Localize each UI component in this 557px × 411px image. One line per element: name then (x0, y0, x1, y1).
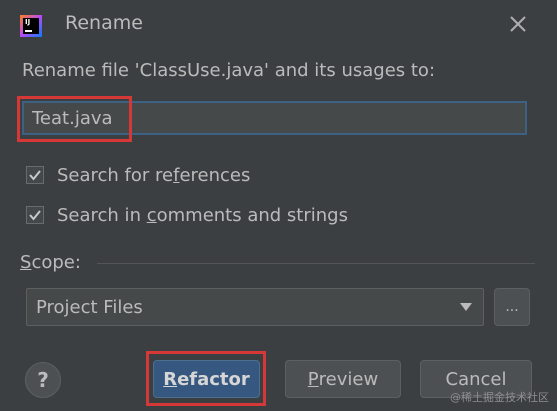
help-button[interactable]: ? (25, 362, 61, 398)
scope-select[interactable]: Project Files (26, 288, 484, 326)
watermark: @稀土掘金技术社区 (450, 391, 549, 404)
scope-selected-value: Project Files (36, 296, 143, 318)
search-comments-checkbox[interactable] (26, 206, 44, 224)
new-name-input[interactable] (22, 101, 527, 135)
dropdown-arrow-icon (460, 303, 472, 311)
search-references-checkbox[interactable] (26, 166, 44, 184)
rename-dialog: IJ Rename Rename file 'ClassUse.java' an… (0, 0, 557, 411)
preview-button[interactable]: Preview (285, 360, 401, 398)
browse-scope-button[interactable]: ... (494, 288, 530, 326)
checkmark-icon (29, 210, 41, 221)
rename-prompt: Rename file 'ClassUse.java' and its usag… (22, 60, 436, 81)
search-comments-checkbox-row[interactable]: Search in comments and strings (26, 203, 348, 227)
app-icon-text: IJ (23, 18, 39, 34)
search-comments-label: Search in comments and strings (57, 204, 348, 226)
search-references-label: Search for references (57, 164, 251, 186)
scope-separator (97, 263, 535, 264)
close-icon (510, 16, 526, 32)
scope-label: Scope: (20, 252, 81, 273)
search-references-checkbox-row[interactable]: Search for references (26, 163, 250, 187)
refactor-button[interactable]: Refactor (153, 360, 260, 398)
intellij-logo-icon: IJ (20, 15, 42, 37)
dialog-title: Rename (65, 12, 143, 34)
close-button[interactable] (504, 10, 532, 38)
checkmark-icon (29, 170, 41, 181)
